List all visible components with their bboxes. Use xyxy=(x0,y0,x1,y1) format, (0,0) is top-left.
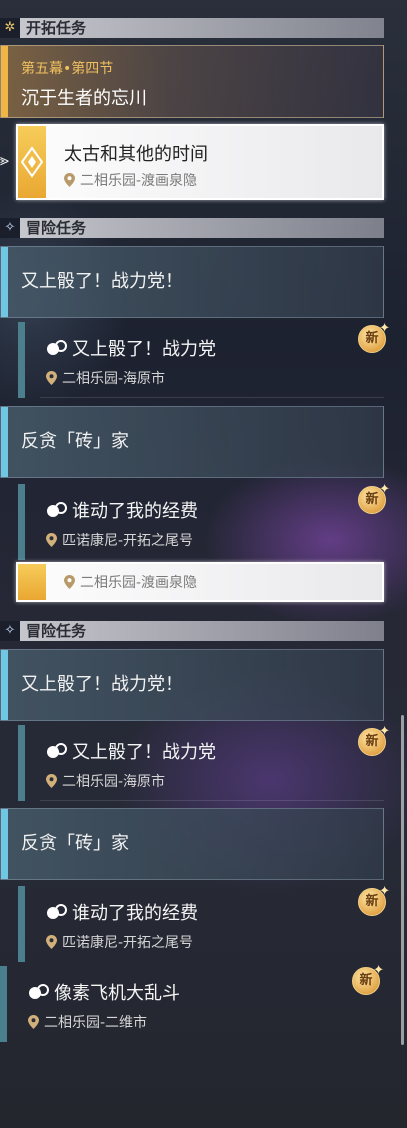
adventure-quest-1[interactable]: 又上骰了！战力党 二相乐园-海原市 xyxy=(18,322,384,398)
new-badge-icon: 新 ✦ xyxy=(358,483,390,515)
category-label: 又上骰了！战力党！ xyxy=(21,674,183,695)
adventure-quest-3[interactable]: 像素飞机大乱斗 二相乐园-二维市 xyxy=(0,966,366,1042)
chapter-title: 沉于生者的忘川 xyxy=(21,88,147,109)
quest-location: 二相乐园-海原市 xyxy=(46,771,165,791)
adventure-quest-1b[interactable]: 又上骰了！战力党 二相乐园-海原市 xyxy=(18,725,384,801)
adventure-icon: ✧ xyxy=(0,621,20,641)
quest-name: 像素飞机大乱斗 xyxy=(28,979,180,1005)
adventure-category-1[interactable]: 又上骰了！战力党！ xyxy=(0,246,384,318)
section-title: 冒险任务 xyxy=(26,622,87,640)
adventure-category-1b[interactable]: 又上骰了！战力党！ xyxy=(0,649,384,721)
new-badge-icon: 新 ✦ xyxy=(358,885,390,917)
chapter-accent-bar xyxy=(1,46,8,117)
adventure-section-header-2: ✧ 冒险任务 xyxy=(0,621,384,641)
quest-location: 二相乐园-二维市 xyxy=(28,1012,147,1032)
dice-quest-icon xyxy=(47,904,67,919)
quest-name: 又上骰了！战力党 xyxy=(46,335,216,361)
adventure-category-2b[interactable]: 反贪「砖」家 xyxy=(0,808,384,880)
chapter-label: 第五幕•第四节 xyxy=(21,61,114,77)
location-pin-icon xyxy=(28,1015,39,1029)
section-title: 开拓任务 xyxy=(26,19,87,37)
location-pin-icon xyxy=(46,371,57,385)
category-label: 反贪「砖」家 xyxy=(21,833,129,854)
section-title: 冒险任务 xyxy=(26,219,87,237)
adventure-quest-2b[interactable]: 谁动了我的经费 匹诺康尼-开拓之尾号 xyxy=(18,886,384,962)
trailblaze-icon: ✲ xyxy=(0,18,20,38)
location-pin-icon xyxy=(46,935,57,949)
dice-quest-icon xyxy=(29,984,49,999)
adventure-category-2[interactable]: 反贪「砖」家 xyxy=(0,406,384,478)
selected-trailblaze-quest[interactable]: 太古和其他的时间 二相乐园-渡画泉隐 xyxy=(16,124,384,200)
new-badge-icon: 新 ✦ xyxy=(358,725,390,757)
selected-trailblaze-quest-partial[interactable]: 二相乐园-渡画泉隐 xyxy=(16,562,384,602)
location-pin-icon xyxy=(64,173,75,187)
quest-diamond-icon xyxy=(18,126,46,198)
trailblaze-chapter-card[interactable]: 第五幕•第四节 沉于生者的忘川 xyxy=(0,45,384,118)
scrollbar[interactable] xyxy=(401,715,404,1045)
dice-quest-icon xyxy=(47,340,67,355)
new-badge-icon: 新 ✦ xyxy=(352,964,384,996)
category-label: 又上骰了！战力党！ xyxy=(21,271,183,292)
location-pin-icon xyxy=(46,774,57,788)
quest-name: 太古和其他的时间 xyxy=(64,144,208,165)
quest-diamond-icon xyxy=(18,564,46,600)
category-label: 反贪「砖」家 xyxy=(21,431,129,452)
quest-name: 又上骰了！战力党 xyxy=(46,738,216,764)
quest-location: 二相乐园-海原市 xyxy=(46,368,165,388)
adventure-quest-2[interactable]: 谁动了我的经费 匹诺康尼-开拓之尾号 xyxy=(18,484,384,560)
quest-location: 匹诺康尼-开拓之尾号 xyxy=(46,530,193,550)
location-pin-icon xyxy=(46,533,57,547)
quest-location: 二相乐园-渡画泉隐 xyxy=(64,170,197,190)
quest-location: 二相乐园-渡画泉隐 xyxy=(64,572,197,592)
quest-location: 匹诺康尼-开拓之尾号 xyxy=(46,932,193,952)
quest-name: 谁动了我的经费 xyxy=(46,497,198,523)
location-pin-icon xyxy=(64,575,75,589)
trailblaze-section-header: ✲ 开拓任务 xyxy=(0,18,384,38)
adventure-section-header: ✧ 冒险任务 xyxy=(0,218,384,238)
quest-name: 谁动了我的经费 xyxy=(46,899,198,925)
dice-quest-icon xyxy=(47,743,67,758)
adventure-icon: ✧ xyxy=(0,218,20,238)
new-badge-icon: 新 ✦ xyxy=(358,322,390,354)
selected-arrow-icon: ⪢ xyxy=(0,150,10,169)
dice-quest-icon xyxy=(47,502,67,517)
